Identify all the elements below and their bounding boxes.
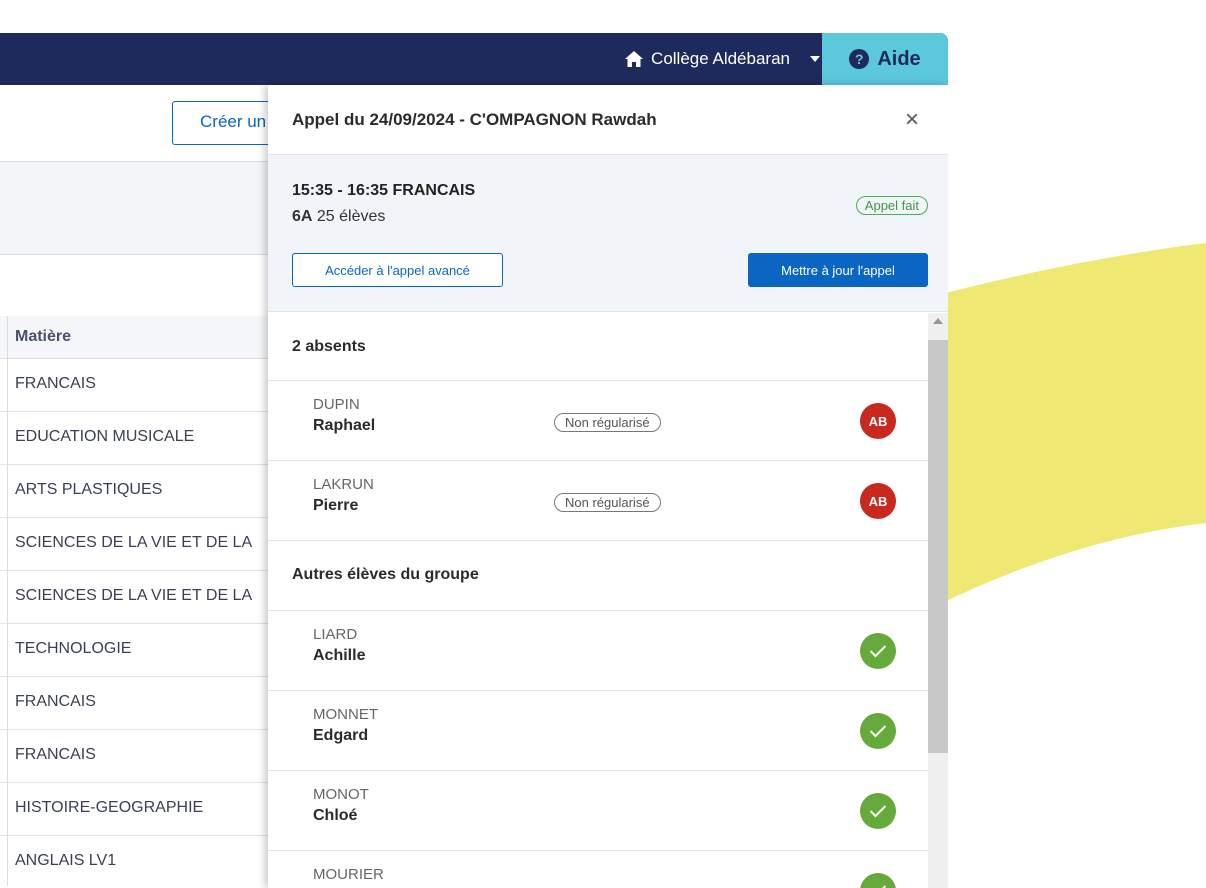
attendance-panel: Appel du 24/09/2024 - C'OMPAGNON Rawdah … <box>268 85 948 888</box>
student-list: 2 absents DUPIN Raphael Non régularisé A… <box>268 313 928 888</box>
app-window: Collège Aldébaran ? Aide Créer un Matièr… <box>0 33 948 888</box>
help-label: Aide <box>877 47 921 70</box>
school-name: Collège Aldébaran <box>651 49 790 68</box>
update-call-button[interactable]: Mettre à jour l'appel <box>748 253 928 287</box>
panel-header: Appel du 24/09/2024 - C'OMPAGNON Rawdah … <box>268 85 948 155</box>
student-first-name: Pierre <box>313 497 359 514</box>
home-icon <box>625 51 644 67</box>
absent-badge[interactable]: AB <box>860 403 896 439</box>
scroll-up-arrow-icon[interactable] <box>933 318 943 324</box>
divider <box>0 254 300 255</box>
course-class: 6A 25 élèves <box>292 208 385 226</box>
student-last-name: DUPIN <box>313 396 360 413</box>
column-header-subject[interactable]: Matière <box>0 316 300 359</box>
student-first-name: Chloé <box>313 807 358 824</box>
justification-status: Non régularisé <box>554 413 661 432</box>
table-column-divider <box>7 316 8 886</box>
help-button[interactable]: ? Aide <box>822 33 948 85</box>
table-row[interactable]: FRANCAIS <box>0 677 300 730</box>
student-last-name: LAKRUN <box>313 476 374 493</box>
student-first-name: Raphael <box>313 417 376 434</box>
student-last-name: MOURIER <box>313 866 384 883</box>
filter-band <box>0 162 300 255</box>
list-item[interactable]: DUPIN Raphael Non régularisé AB <box>268 381 928 461</box>
table-row[interactable]: EDUCATION MUSICALE <box>0 412 300 465</box>
table-row[interactable]: FRANCAIS <box>0 730 300 783</box>
present-check-icon[interactable] <box>860 793 896 829</box>
list-item[interactable]: LIARD Achille <box>268 611 928 691</box>
courses-table: Matière FRANCAIS EDUCATION MUSICALE ARTS… <box>0 316 300 888</box>
table-row[interactable]: FRANCAIS <box>0 359 300 412</box>
question-circle-icon: ? <box>849 49 870 69</box>
top-navigation-bar: Collège Aldébaran ? Aide <box>0 33 948 85</box>
present-check-icon[interactable] <box>860 713 896 749</box>
student-last-name: LIARD <box>313 626 358 643</box>
course-summary: 15:35 - 16:35 FRANCAIS 6A 25 élèves Appe… <box>268 155 948 312</box>
present-check-icon[interactable] <box>860 633 896 669</box>
close-icon[interactable]: × <box>900 106 924 134</box>
list-item[interactable]: MONNET Edgard <box>268 691 928 771</box>
scrollbar-thumb[interactable] <box>928 340 948 753</box>
status-badge: Appel fait <box>855 196 928 215</box>
table-row[interactable]: ANGLAIS LV1 <box>0 836 300 888</box>
absent-badge[interactable]: AB <box>860 483 896 519</box>
table-row[interactable]: SCIENCES DE LA VIE ET DE LA <box>0 518 300 571</box>
scrollbar[interactable] <box>928 313 948 888</box>
table-row[interactable]: SCIENCES DE LA VIE ET DE LA <box>0 571 300 624</box>
advanced-call-button[interactable]: Accéder à l'appel avancé <box>292 253 503 287</box>
table-row[interactable]: TECHNOLOGIE <box>0 624 300 677</box>
student-first-name: Edgard <box>313 727 369 744</box>
chevron-down-icon <box>810 56 820 62</box>
list-item[interactable]: LAKRUN Pierre Non régularisé AB <box>268 461 928 541</box>
list-item[interactable]: MOURIER <box>268 851 928 888</box>
student-last-name: MONNET <box>313 706 378 723</box>
student-count: 25 élèves <box>316 208 386 225</box>
others-section-title: Autres élèves du groupe <box>268 541 928 611</box>
course-time-subject: 15:35 - 16:35 FRANCAIS <box>292 182 476 199</box>
table-row[interactable]: HISTOIRE-GEOGRAPHIE <box>0 783 300 836</box>
student-first-name: Achille <box>313 647 366 664</box>
table-row[interactable]: ARTS PLASTIQUES <box>0 465 300 518</box>
absents-section-title: 2 absents <box>268 313 928 381</box>
student-last-name: MONOT <box>313 786 369 803</box>
panel-title: Appel du 24/09/2024 - C'OMPAGNON Rawdah <box>292 109 657 129</box>
class-name: 6A <box>292 208 313 225</box>
justification-status: Non régularisé <box>554 493 661 512</box>
list-item[interactable]: MONOT Chloé <box>268 771 928 851</box>
present-check-icon[interactable] <box>860 873 896 888</box>
school-selector[interactable]: Collège Aldébaran <box>625 33 820 85</box>
